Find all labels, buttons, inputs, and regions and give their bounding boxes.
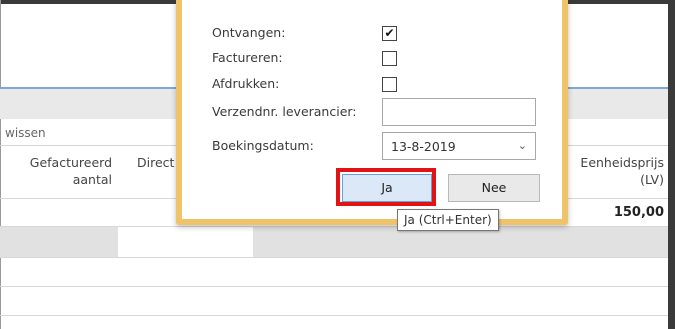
row-divider: [0, 257, 668, 258]
invoice-checkbox[interactable]: [382, 51, 397, 66]
posting-date-label: Boekingsdatum:: [212, 138, 314, 153]
column-header-invoiced-qty[interactable]: Gefactureerd aantal: [10, 154, 112, 188]
toolbar-action-wissen[interactable]: wissen: [5, 126, 46, 140]
posting-date-select[interactable]: 13-8-2019 ⌄: [382, 132, 536, 160]
column-header-direct[interactable]: Direct: [137, 154, 174, 171]
column-header-invoiced-qty-label: Gefactureerd: [29, 155, 112, 170]
yes-button-tooltip: Ja (Ctrl+Enter): [397, 209, 499, 231]
print-label: Afdrukken:: [212, 76, 280, 91]
received-checkbox[interactable]: ✔: [382, 26, 397, 41]
row-divider: [0, 315, 668, 316]
post-dialog-body: Ontvangen: ✔ Factureren: Afdrukken: Verz…: [182, 0, 562, 219]
received-label: Ontvangen:: [212, 25, 286, 40]
annotation-highlight-box: [336, 168, 436, 206]
row-divider: [0, 286, 668, 287]
table-cell-readonly: [0, 227, 118, 257]
checkmark-icon: ✔: [384, 26, 395, 40]
table-cell-readonly: [253, 227, 668, 257]
posting-date-value: 13-8-2019: [391, 139, 456, 154]
window-left-border: [0, 0, 1, 329]
row-unit-price-value[interactable]: 150,00: [560, 205, 664, 220]
window-right-border: [668, 0, 675, 329]
chevron-down-icon[interactable]: ⌄: [518, 139, 527, 152]
no-button[interactable]: Nee: [448, 174, 540, 202]
invoice-label: Factureren:: [212, 50, 283, 65]
vendor-shipment-no-input[interactable]: [382, 98, 536, 126]
print-checkbox[interactable]: [382, 77, 397, 92]
column-header-invoiced-qty-label-2: aantal: [72, 172, 112, 187]
vendor-shipment-no-label: Verzendnr. leverancier:: [212, 104, 357, 119]
post-dialog: Ontvangen: ✔ Factureren: Afdrukken: Verz…: [176, 0, 568, 225]
